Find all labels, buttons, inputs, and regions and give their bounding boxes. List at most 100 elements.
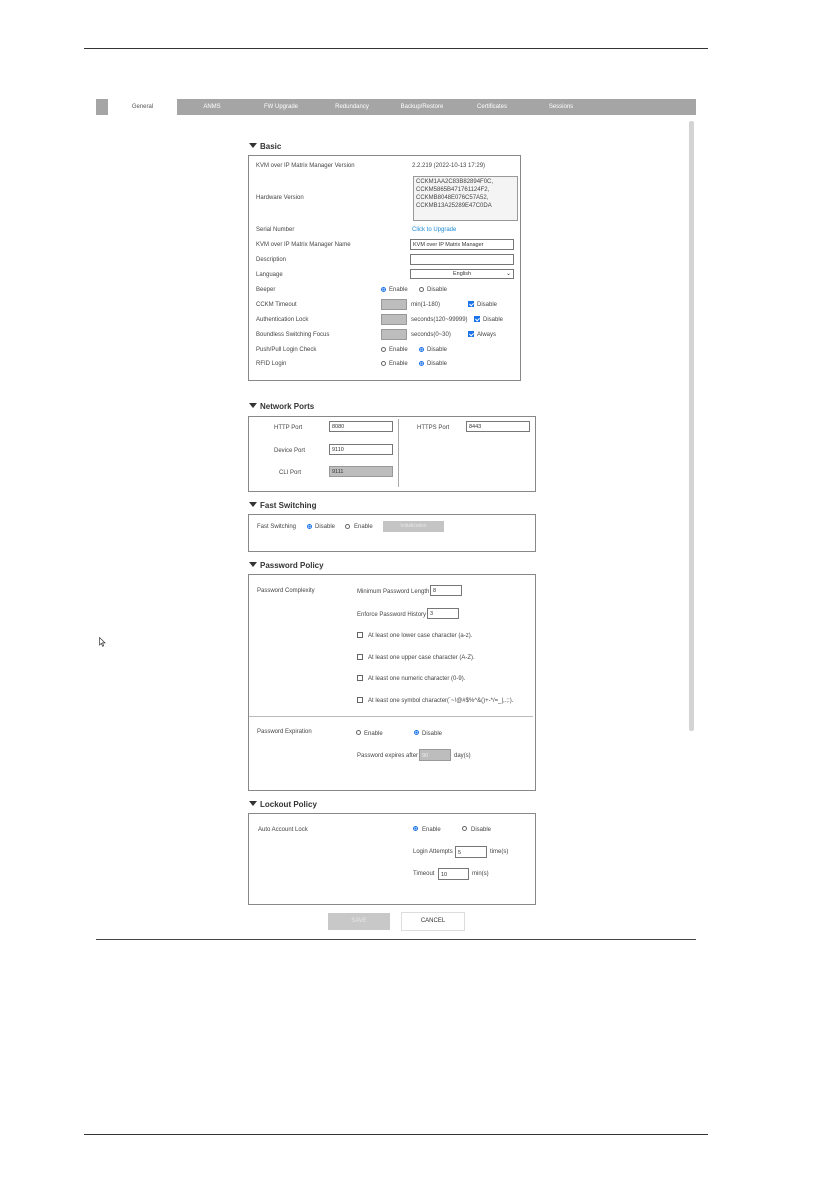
pushpull-enable-label: Enable (389, 347, 408, 353)
basic-heading[interactable]: Basic (249, 142, 281, 151)
name-input[interactable]: KVM over IP Matrix Manager (410, 239, 514, 250)
fast-disable-radio[interactable] (307, 524, 312, 529)
name-label: KVM over IP Matrix Manager Name (256, 242, 351, 248)
bottom-rule (84, 1134, 708, 1135)
rule-symbol-checkbox[interactable] (357, 697, 363, 703)
bsf-always-label: Always (477, 332, 497, 338)
rule-lowercase-label: At least one lower case character (a-z). (368, 633, 473, 639)
rule-numeric-label: At least one numeric character (0-9). (368, 676, 466, 682)
tab-redundancy[interactable]: Redundancy (322, 99, 382, 115)
serial-number-label: Serial Number (256, 227, 295, 233)
cckm-timeout-label: CCKM Timeout (256, 302, 297, 308)
beeper-enable-label: Enable (389, 287, 408, 293)
save-button[interactable]: SAVE (328, 913, 390, 930)
description-label: Description (256, 257, 287, 263)
initialization-button[interactable]: Initialization (383, 521, 444, 532)
cli-port-input: 9111 (329, 466, 393, 477)
language-label: Language (256, 272, 283, 278)
hw-line: CCKM5865B471761124F2, (416, 187, 490, 193)
language-value: English (452, 271, 472, 277)
rule-uppercase-label: At least one upper case character (A-Z). (368, 655, 475, 661)
language-select[interactable]: English ⌄ (410, 269, 514, 279)
pushpull-enable-radio[interactable] (381, 347, 386, 352)
tab-certificates[interactable]: Certificates (462, 99, 522, 115)
version-label: KVM over IP Matrix Manager Version (256, 163, 355, 169)
cckm-disable-checkbox[interactable] (468, 301, 474, 307)
pushpull-disable-label: Disable (427, 347, 448, 353)
rfid-label: RFID Login (256, 361, 287, 367)
expiration-disable-radio[interactable] (414, 730, 419, 735)
history-input[interactable]: 3 (427, 608, 459, 619)
lockout-policy-heading[interactable]: Lockout Policy (249, 800, 317, 809)
fast-enable-radio[interactable] (345, 524, 350, 529)
https-port-input[interactable]: 8443 (466, 421, 530, 432)
https-port-label: HTTPS Port (417, 425, 450, 431)
auth-lock-unit: seconds(120~99999) (411, 317, 468, 323)
tab-sessions[interactable]: Sessions (531, 99, 591, 115)
lockout-enable-label: Enable (422, 827, 441, 833)
fast-switching-title: Fast Switching (260, 501, 317, 510)
auth-lock-disable-checkbox[interactable] (474, 316, 480, 322)
beeper-enable-radio[interactable] (381, 287, 386, 292)
rfid-disable-radio[interactable] (419, 361, 424, 366)
description-input[interactable] (410, 254, 514, 265)
http-port-input[interactable]: 8080 (329, 421, 393, 432)
rule-numeric-checkbox[interactable] (357, 675, 363, 681)
pushpull-disable-radio[interactable] (419, 347, 424, 352)
tab-backup-restore[interactable]: Backup/Restore (392, 99, 452, 115)
bsf-label: Boundless Switching Focus (256, 332, 330, 338)
expires-after-unit: day(s) (454, 753, 471, 759)
network-divider (398, 419, 399, 487)
tab-anms[interactable]: ANMS (182, 99, 242, 115)
fast-switching-heading[interactable]: Fast Switching (249, 501, 316, 510)
password-policy-heading[interactable]: Password Policy (249, 561, 324, 570)
expiration-enable-label: Enable (364, 731, 383, 737)
collapse-triangle-icon (249, 562, 257, 567)
timeout-label: Timeout (413, 871, 435, 877)
fast-disable-label: Disable (315, 524, 336, 530)
timeout-input[interactable]: 10 (438, 868, 469, 880)
auth-lock-disable-label: Disable (483, 317, 504, 323)
lockout-disable-label: Disable (471, 827, 492, 833)
cancel-button[interactable]: CANCEL (402, 913, 464, 930)
device-port-input[interactable]: 9110 (329, 444, 393, 455)
password-complexity-label: Password Complexity (257, 588, 315, 594)
cli-port-label: CLI Port (279, 470, 302, 476)
rule-symbol-label: At least one symbol character(`~!@#$%^&(… (368, 698, 514, 704)
beeper-disable-radio[interactable] (419, 287, 424, 292)
lockout-enable-radio[interactable] (413, 826, 418, 831)
collapse-triangle-icon (249, 403, 257, 408)
tab-general[interactable]: General (108, 99, 177, 115)
expiration-enable-radio[interactable] (356, 730, 361, 735)
network-heading[interactable]: Network Ports (249, 402, 314, 411)
cckm-timeout-input[interactable] (381, 299, 407, 310)
lockout-disable-radio[interactable] (462, 826, 467, 831)
tab-bar: General ANMS FW Upgrade Redundancy Backu… (96, 99, 696, 115)
rfid-enable-radio[interactable] (381, 361, 386, 366)
min-length-input[interactable]: 8 (430, 585, 462, 596)
hw-line: CCKM1AA2C83B82894F0C, (416, 179, 494, 185)
auth-lock-input[interactable] (381, 314, 407, 325)
version-value: 2.2.219 (2022-10-13 17:29) (412, 163, 486, 169)
bsf-always-checkbox[interactable] (468, 331, 474, 337)
device-port-label: Device Port (274, 448, 306, 454)
network-title: Network Ports (260, 402, 315, 411)
scrollbar[interactable] (689, 121, 694, 731)
min-length-label: Minimum Password Length (357, 589, 430, 595)
fast-enable-label: Enable (354, 524, 373, 530)
collapse-triangle-icon (249, 801, 257, 806)
bsf-unit: seconds(0~30) (411, 332, 451, 338)
bsf-input[interactable] (381, 329, 407, 340)
hardware-version-label: Hardware Version (256, 195, 304, 201)
expiration-disable-label: Disable (422, 731, 443, 737)
tab-fw-upgrade[interactable]: FW Upgrade (251, 99, 311, 115)
rfid-disable-label: Disable (427, 361, 448, 367)
hw-line: CCKMB8048E076C57A52, (416, 195, 489, 201)
beeper-disable-label: Disable (427, 287, 448, 293)
login-attempts-input[interactable]: 5 (455, 846, 487, 858)
http-port-label: HTTP Port (274, 425, 303, 431)
login-attempts-label: Login Attempts (413, 849, 453, 855)
rule-uppercase-checkbox[interactable] (357, 654, 363, 660)
rule-lowercase-checkbox[interactable] (357, 632, 363, 638)
click-to-upgrade-link[interactable]: Click to Upgrade (412, 226, 456, 234)
